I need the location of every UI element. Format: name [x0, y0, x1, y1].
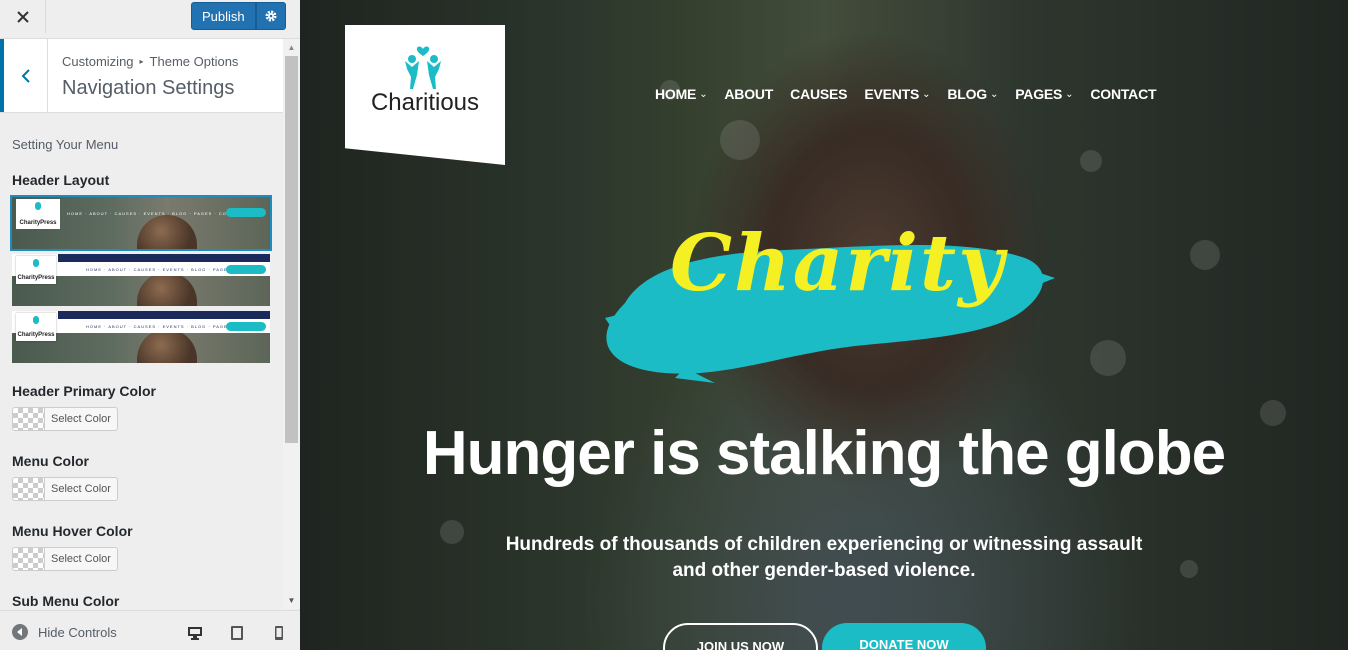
thumb-button	[226, 208, 266, 217]
header-layout-option-3[interactable]: HOME · ABOUT · CAUSES · EVENTS · BLOG · …	[12, 311, 270, 363]
menu-hover-color-label: Menu Hover Color	[12, 523, 133, 539]
hide-controls-button[interactable]: Hide Controls	[12, 624, 117, 640]
thumb-logo: CharityPress	[16, 256, 56, 284]
section-header: Customizing ▸ Theme Options Navigation Set…	[0, 39, 283, 113]
nav-label: EVENTS	[864, 86, 920, 102]
controls-panel: Setting Your Menu Header Layout CharityP…	[0, 114, 283, 608]
scroll-thumb[interactable]	[285, 56, 298, 443]
bokeh-light	[1090, 340, 1126, 376]
breadcrumb: Customizing ▸ Theme Options	[62, 54, 238, 69]
collapse-icon	[12, 624, 28, 640]
color-swatch	[12, 547, 44, 571]
hero-subtitle-line: and other gender-based violence.	[672, 560, 976, 581]
nav-label: CAUSES	[790, 86, 848, 102]
thumb-topbar	[58, 254, 270, 262]
tablet-preview-button[interactable]	[229, 625, 245, 641]
chevron-down-icon: ⌄	[699, 88, 708, 100]
mobile-preview-button[interactable]	[271, 625, 287, 641]
chevron-left-icon	[21, 68, 30, 83]
site-navigation: HOME ⌄ ABOUT CAUSES EVENTS ⌄ BLOG ⌄ PAGES ⌄ …	[655, 86, 1173, 102]
thumb-logo: CharityPress	[16, 313, 56, 341]
header-layout-option-2[interactable]: HOME · ABOUT · CAUSES · EVENTS · BLOG · …	[12, 254, 270, 306]
nav-events[interactable]: EVENTS ⌄	[864, 86, 930, 102]
thumb-logo: CharityPress	[16, 199, 60, 229]
thumb-button	[226, 322, 266, 331]
color-swatch	[12, 407, 44, 431]
chevron-down-icon: ⌄	[990, 88, 999, 100]
hero-subtitle-line: Hundreds of thousands of children experi…	[505, 534, 1143, 555]
hero-title: Hunger is stalking the globe	[422, 419, 1226, 488]
hero-subtitle: Hundreds of thousands of children experi…	[300, 532, 1348, 584]
chevron-down-icon: ⌄	[1065, 88, 1074, 100]
desktop-preview-button[interactable]	[187, 625, 203, 641]
publish-group: Publish	[191, 2, 286, 30]
site-logo-text: Charitious	[370, 89, 480, 116]
nav-label: PAGES	[1015, 86, 1063, 102]
tablet-icon	[231, 626, 243, 640]
header-primary-color-label: Header Primary Color	[12, 383, 156, 399]
nav-home[interactable]: HOME ⌄	[655, 86, 708, 102]
menu-hover-color-picker[interactable]: Select Color	[12, 547, 118, 571]
site-logo[interactable]: Charitious	[345, 25, 505, 165]
back-button[interactable]	[0, 39, 48, 112]
scroll-up-icon[interactable]: ▲	[283, 39, 300, 56]
customizer-sidebar: Publish Customizing ▸ Theme Options Naviga…	[0, 0, 300, 650]
panel-scrollbar[interactable]: ▲ ▼	[283, 39, 300, 609]
hide-controls-label: Hide Controls	[38, 624, 117, 640]
setting-label: Setting Your Menu	[12, 137, 119, 152]
section-title: Navigation Settings	[62, 77, 235, 99]
select-color-button[interactable]: Select Color	[44, 477, 118, 501]
breadcrumb-separator-icon: ▸	[139, 57, 144, 66]
header-layout-option-1[interactable]: CharityPress HOME · ABOUT · CAUSES · EVE…	[10, 195, 272, 251]
thumb-nav: HOME · ABOUT · CAUSES · EVENTS · BLOG · …	[67, 211, 245, 216]
mobile-icon	[275, 626, 283, 640]
breadcrumb-item: Theme Options	[149, 54, 239, 69]
bokeh-light	[1080, 150, 1102, 172]
nav-label: CONTACT	[1090, 86, 1157, 102]
close-icon	[16, 10, 29, 23]
site-preview: Charitious HOME ⌄ ABOUT CAUSES EVENTS ⌄ BL…	[300, 0, 1348, 650]
header-layout-label: Header Layout	[12, 172, 110, 188]
menu-color-picker[interactable]: Select Color	[12, 477, 118, 501]
header-primary-color-picker[interactable]: Select Color	[12, 407, 118, 431]
close-button[interactable]	[0, 0, 46, 33]
customizer-header: Publish	[0, 0, 300, 39]
gear-icon	[265, 10, 277, 22]
charity-people-icon	[405, 46, 441, 89]
nav-blog[interactable]: BLOG ⌄	[947, 86, 998, 102]
publish-settings-button[interactable]	[255, 2, 286, 30]
color-swatch	[12, 477, 44, 501]
nav-contact[interactable]: CONTACT	[1090, 86, 1156, 102]
nav-label: BLOG	[947, 86, 987, 102]
thumb-button	[226, 265, 266, 274]
bokeh-light	[720, 120, 760, 160]
bokeh-light	[1190, 240, 1220, 270]
thumb-topbar	[58, 311, 270, 319]
donate-button[interactable]: DONATE NOW	[822, 623, 986, 650]
select-color-button[interactable]: Select Color	[44, 407, 118, 431]
script-headline: Charity	[670, 218, 1006, 309]
nav-label: ABOUT	[724, 86, 774, 102]
customizer-footer: Hide Controls	[0, 610, 300, 650]
breadcrumb-item: Customizing	[62, 54, 134, 69]
sub-menu-color-label: Sub Menu Color	[12, 593, 120, 608]
chevron-down-icon: ⌄	[922, 88, 931, 100]
nav-pages[interactable]: PAGES ⌄	[1015, 86, 1073, 102]
publish-button[interactable]: Publish	[191, 2, 256, 30]
nav-about[interactable]: ABOUT	[724, 86, 773, 102]
nav-label: HOME	[655, 86, 697, 102]
menu-color-label: Menu Color	[12, 453, 89, 469]
scroll-down-icon[interactable]: ▼	[283, 592, 300, 609]
desktop-icon	[188, 627, 202, 640]
nav-causes[interactable]: CAUSES	[790, 86, 847, 102]
select-color-button[interactable]: Select Color	[44, 547, 118, 571]
join-us-button[interactable]: JOIN US NOW	[663, 623, 818, 650]
